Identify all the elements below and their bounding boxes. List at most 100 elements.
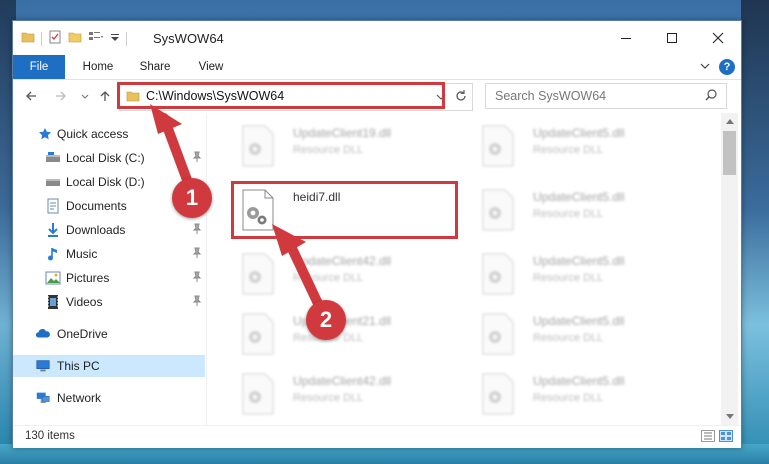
desktop-background-right xyxy=(741,0,769,464)
sidebar-item-label: Pictures xyxy=(66,271,110,285)
file-item[interactable]: UpdateClient42.dll Resource DLL xyxy=(233,247,463,301)
file-name: UpdateClient5.dll xyxy=(533,190,625,204)
window-controls xyxy=(603,21,741,55)
expand-ribbon-icon[interactable] xyxy=(699,60,711,75)
properties-icon[interactable] xyxy=(48,30,62,47)
minimize-button[interactable] xyxy=(603,21,649,55)
pane-divider[interactable] xyxy=(206,113,207,425)
pin-icon[interactable] xyxy=(191,151,203,166)
file-item[interactable]: UpdateClient5.dll Resource DLL xyxy=(473,183,703,237)
dll-file-icon xyxy=(481,125,515,167)
network-icon xyxy=(35,390,51,406)
pin-icon[interactable] xyxy=(191,271,203,286)
document-icon xyxy=(45,198,61,214)
customize-toolbar-icon[interactable] xyxy=(110,30,120,47)
file-item[interactable]: UpdateClient42.dll Resource DLL xyxy=(233,367,463,421)
sidebar-item-music[interactable]: Music xyxy=(13,243,205,265)
computer-icon xyxy=(35,358,51,374)
close-button[interactable] xyxy=(695,21,741,55)
tab-file[interactable]: File xyxy=(13,55,65,79)
file-item[interactable]: UpdateClient19.dll Resource DLL xyxy=(233,119,463,173)
dll-file-icon xyxy=(241,373,275,415)
window-title: SysWOW64 xyxy=(153,31,224,46)
tab-home[interactable]: Home xyxy=(71,55,125,79)
pictures-icon xyxy=(45,270,61,286)
back-button[interactable] xyxy=(23,88,39,104)
vertical-scrollbar[interactable] xyxy=(721,113,738,425)
file-explorer-window: SysWOW64 File Home Share View ? C:\Windo… xyxy=(12,20,742,448)
file-highlight-box xyxy=(231,181,458,239)
forward-button[interactable] xyxy=(53,88,69,104)
address-highlight-box xyxy=(117,82,445,109)
file-type: Resource DLL xyxy=(533,208,604,220)
search-input[interactable]: Search SysWOW64 xyxy=(485,83,727,109)
cloud-icon xyxy=(35,326,51,342)
file-type: Resource DLL xyxy=(533,144,604,156)
file-list: UpdateClient19.dll Resource DLL heidi7.d… xyxy=(219,113,717,425)
scroll-down-icon[interactable] xyxy=(721,409,738,425)
file-item[interactable]: UpdateClient5.dll Resource DLL xyxy=(473,367,703,421)
file-type: Resource DLL xyxy=(293,272,364,284)
sidebar-item-network[interactable]: Network xyxy=(13,387,205,409)
search-placeholder: Search SysWOW64 xyxy=(495,89,607,103)
help-icon[interactable]: ? xyxy=(719,59,735,75)
search-icon[interactable] xyxy=(704,88,718,105)
file-name: UpdateClient5.dll xyxy=(533,374,625,388)
scroll-up-icon[interactable] xyxy=(721,113,738,129)
file-name: UpdateClient42.dll xyxy=(293,254,392,268)
tab-view[interactable]: View xyxy=(187,55,235,79)
pin-icon[interactable] xyxy=(191,295,203,310)
up-button[interactable] xyxy=(97,88,113,104)
star-icon xyxy=(37,126,53,142)
dll-file-icon xyxy=(481,253,515,295)
music-icon xyxy=(45,246,61,262)
dll-file-icon xyxy=(481,189,515,231)
maximize-button[interactable] xyxy=(649,21,695,55)
sidebar-item-videos[interactable]: Videos xyxy=(13,291,205,313)
file-type: Resource DLL xyxy=(533,332,604,344)
step-1-badge: 1 xyxy=(172,178,212,218)
dll-file-icon xyxy=(481,313,515,355)
recent-locations-icon[interactable] xyxy=(77,88,93,104)
dll-file-icon xyxy=(241,313,275,355)
details-view-icon[interactable] xyxy=(701,430,715,445)
file-item[interactable]: UpdateClient5.dll Resource DLL xyxy=(473,119,703,173)
drive-icon xyxy=(45,174,61,190)
tiles-view-icon[interactable] xyxy=(719,430,733,445)
file-type: Resource DLL xyxy=(293,144,364,156)
download-icon xyxy=(45,222,61,238)
sidebar-item-downloads[interactable]: Downloads xyxy=(13,219,205,241)
sidebar-item-pictures[interactable]: Pictures xyxy=(13,267,205,289)
sidebar-item-onedrive[interactable]: OneDrive xyxy=(13,323,205,345)
sidebar-item-local-disk-c[interactable]: Local Disk (C:) xyxy=(13,147,205,169)
drive-icon xyxy=(45,150,61,166)
file-item[interactable]: UpdateClient5.dll Resource DLL xyxy=(473,247,703,301)
file-type: Resource DLL xyxy=(533,272,604,284)
file-item[interactable]: UpdateClient5.dll Resource DLL xyxy=(473,307,703,361)
sidebar-item-quick-access[interactable]: Quick access xyxy=(13,123,205,145)
refresh-icon[interactable] xyxy=(454,89,468,106)
file-type: Resource DLL xyxy=(533,392,604,404)
pin-icon[interactable] xyxy=(191,247,203,262)
dll-file-icon xyxy=(481,373,515,415)
quick-access-toolbar xyxy=(21,30,127,47)
pin-icon[interactable] xyxy=(191,223,203,238)
status-bar: 130 items xyxy=(13,425,741,448)
toolbar-separator xyxy=(41,31,42,46)
view-options-icon[interactable] xyxy=(88,30,104,47)
title-bar: SysWOW64 xyxy=(13,21,741,55)
item-count: 130 items xyxy=(25,430,75,442)
sidebar-item-this-pc[interactable]: This PC xyxy=(13,355,205,377)
sidebar-item-label: OneDrive xyxy=(57,327,108,341)
view-toggle xyxy=(701,430,733,445)
sidebar-item-label: Music xyxy=(66,247,98,261)
ribbon-tabs: File Home Share View ? xyxy=(13,55,741,80)
dll-file-icon xyxy=(241,253,275,295)
scrollbar-thumb[interactable] xyxy=(723,131,736,175)
new-folder-icon[interactable] xyxy=(68,30,82,47)
file-type: Resource DLL xyxy=(293,392,364,404)
sidebar-item-label: Local Disk (C:) xyxy=(66,151,145,165)
tab-share[interactable]: Share xyxy=(129,55,181,79)
file-name: UpdateClient42.dll xyxy=(293,374,392,388)
file-item[interactable]: UpdateClient21.dll Resource DLL xyxy=(233,307,463,361)
